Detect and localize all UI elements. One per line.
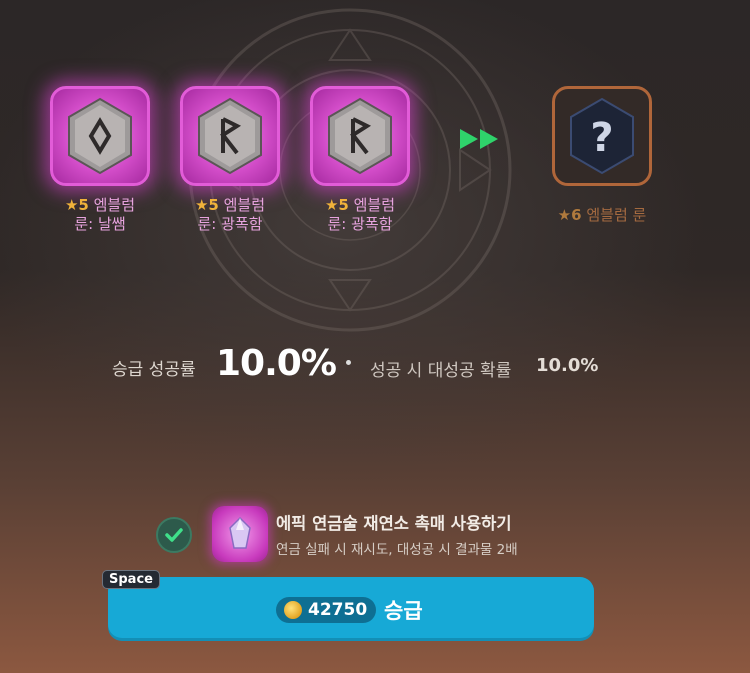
r-rune-icon	[198, 97, 262, 175]
rune-label-1: ★5 엠블럼 룬: 날쌤	[64, 196, 136, 233]
double-arrow-icon	[460, 129, 498, 149]
catalyst-description: 연금 실패 시 재시도, 대성공 시 결과물 2배	[276, 542, 518, 558]
rune-slot-1[interactable]	[50, 86, 150, 186]
separator-dot	[346, 360, 351, 365]
svg-text:?: ?	[590, 115, 613, 161]
rune-slot-3[interactable]	[310, 86, 410, 186]
catalyst-title: 에픽 연금술 재연소 촉매 사용하기	[276, 514, 512, 533]
catalyst-crystal-icon	[212, 506, 268, 562]
success-rate-value: 10.0%	[216, 343, 337, 384]
hotkey-badge: Space	[102, 570, 160, 589]
crit-rate-label: 성공 시 대성공 확률	[370, 361, 512, 381]
cost-pill: 42750	[276, 597, 376, 623]
result-rune-slot: ?	[552, 86, 652, 186]
rune-label-3: ★5 엠블럼 룬: 광폭함	[324, 196, 396, 233]
success-rate-line: 승급 성공률 10.0% 성공 시 대성공 확률 10.0%	[0, 343, 750, 385]
rune-label-2: ★5 엠블럼 룬: 광폭함	[194, 196, 266, 233]
question-mark-icon: ?	[570, 97, 634, 175]
upgrade-cost: 42750	[308, 600, 368, 620]
rune-slot-2[interactable]	[180, 86, 280, 186]
success-rate-label: 승급 성공률	[112, 360, 196, 380]
gold-coin-icon	[284, 601, 302, 619]
result-rune-label: ★6 엠블럼 룬	[557, 206, 647, 224]
catalyst-checkbox[interactable]	[156, 517, 192, 553]
crit-rate-value: 10.0%	[536, 355, 599, 376]
upgrade-button-label: 승급	[384, 599, 423, 623]
r-rune-icon	[328, 97, 392, 175]
checkmark-icon	[165, 528, 183, 542]
diamond-rune-icon	[68, 97, 132, 175]
